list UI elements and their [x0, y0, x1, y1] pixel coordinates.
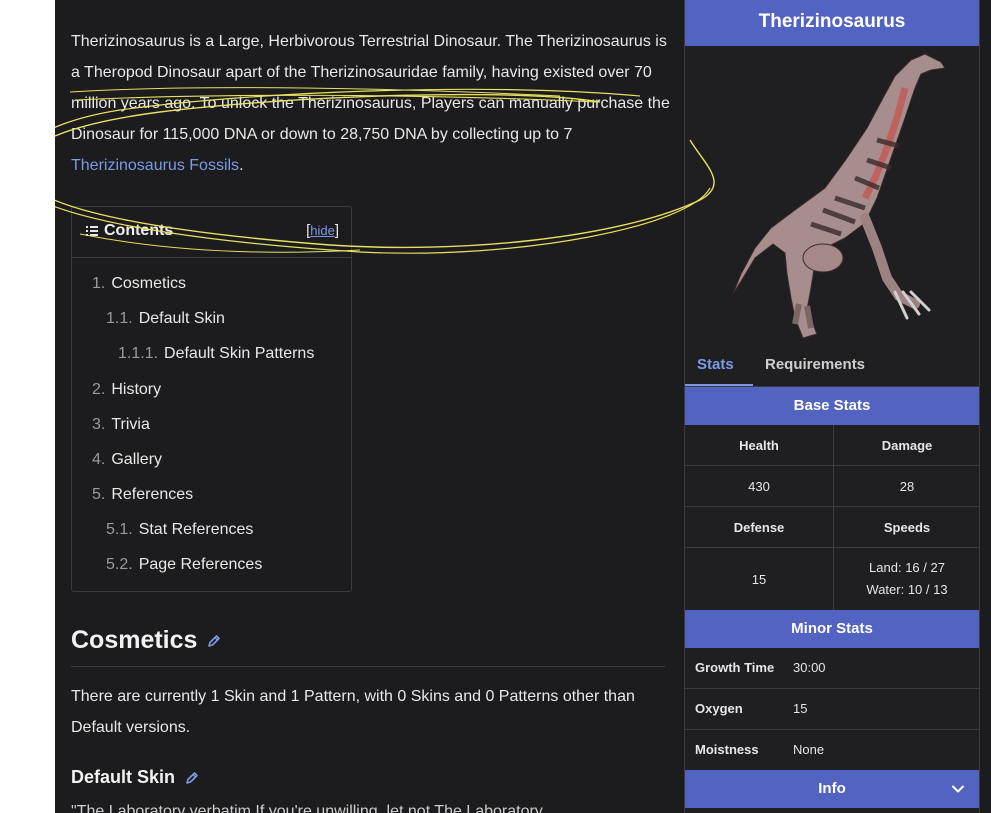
toc-item-number: 1. [92, 275, 106, 292]
toc-item-number: 2. [92, 381, 106, 398]
toc-item-label: Trivia [111, 416, 150, 433]
info-collapsible[interactable]: Info [685, 770, 979, 808]
defense-value: 15 [685, 548, 834, 610]
toc-item-label: References [111, 486, 194, 503]
toc-item-number: 5.2. [106, 556, 133, 573]
toc-title: Contents [86, 222, 173, 240]
cosmetics-paragraph: There are currently 1 Skin and 1 Pattern… [71, 688, 635, 736]
toc-hide-close: ] [334, 222, 339, 239]
article-page: Therizinosaurus is a Large, Herbivorous … [55, 0, 991, 813]
stats-label-row: Health Damage [685, 425, 979, 466]
toc-item-label: Cosmetics [111, 275, 187, 292]
stats-label-row-2: Defense Speeds [685, 507, 979, 548]
speeds-label: Speeds [883, 519, 931, 535]
minor-stat-key: Growth Time [695, 660, 775, 675]
infobox-title: Therizinosaurus [685, 0, 979, 46]
fossils-link[interactable]: Therizinosaurus Fossils [71, 157, 239, 174]
speed-land: Land: 16 / 27 [869, 560, 945, 575]
infobox: Therizinosaurus Stats Requirements Base … [684, 0, 980, 813]
minor-stat-value: None [793, 742, 825, 757]
minor-stat-key: Oxygen [695, 701, 743, 716]
stats-value-row: 430 28 [685, 466, 979, 507]
therizinosaurus-image [732, 53, 946, 339]
toc-hide-toggle: [hide] [306, 222, 339, 239]
toc-item-number: 1.1.1. [118, 345, 159, 362]
toc-item-label: History [111, 381, 162, 398]
chevron-down-icon [952, 785, 964, 793]
minor-stat-key: Moistness [695, 742, 759, 757]
minor-stat-row: Growth Time 30:00 [685, 648, 979, 689]
toc-item-label: Default Skin Patterns [164, 345, 315, 362]
heading-divider [71, 666, 665, 667]
toc-item-label: Page References [138, 556, 263, 573]
toc-item-number: 3. [92, 416, 106, 433]
defense-label: Defense [685, 507, 834, 547]
cosmetics-heading-label: Cosmetics [71, 626, 198, 654]
damage-label: Damage [881, 437, 933, 453]
toc-item-number: 4. [92, 451, 106, 468]
minor-stat-value: 30:00 [793, 660, 826, 675]
cosmetics-heading: Cosmetics [71, 626, 221, 655]
toc-item-references[interactable]: 5. References [92, 486, 193, 504]
toc-item-stat-references[interactable]: 5.1. Stat References [106, 521, 253, 539]
toc-item-label: Default Skin [138, 310, 225, 327]
health-label: Health [685, 425, 834, 465]
toc-item-default-skin-patterns[interactable]: 1.1.1. Default Skin Patterns [118, 345, 314, 363]
toc-item-history[interactable]: 2. History [92, 381, 161, 399]
stats-value-row-2: 15 Land: 16 / 27 Water: 10 / 13 [685, 548, 979, 610]
toc-item-label: Stat References [138, 521, 254, 538]
speeds-value: Land: 16 / 27 Water: 10 / 13 [834, 548, 980, 610]
toc-hide-link[interactable]: hide [310, 223, 335, 238]
toc-item-number: 1.1. [106, 310, 133, 327]
infobox-tabs: Stats Requirements [685, 348, 979, 387]
active-tab-indicator [685, 384, 753, 386]
damage-value: 28 [899, 478, 915, 494]
toc-item-trivia[interactable]: 3. Trivia [92, 416, 150, 434]
toc-item-page-references[interactable]: 5.2. Page References [106, 556, 262, 574]
default-skin-heading-label: Default Skin [71, 767, 176, 787]
tab-requirements[interactable]: Requirements [765, 356, 865, 373]
speed-water: Water: 10 / 13 [866, 582, 948, 597]
toc-item-gallery[interactable]: 4. Gallery [92, 451, 162, 469]
tab-stats[interactable]: Stats [697, 356, 734, 373]
toc-item-default-skin[interactable]: 1.1. Default Skin [106, 310, 225, 328]
toc-item-cosmetics[interactable]: 1. Cosmetics [92, 275, 186, 293]
minor-stat-value: 15 [793, 701, 808, 716]
edit-pencil-icon[interactable] [185, 771, 199, 785]
intro-end: . [239, 157, 244, 174]
list-icon [86, 226, 98, 236]
toc-item-label: Gallery [111, 451, 163, 468]
toc-title-label: Contents [104, 222, 174, 239]
default-skin-heading: Default Skin [71, 767, 199, 788]
table-of-contents: Contents [hide] 1. Cosmetics 1.1. Default … [71, 206, 352, 592]
info-label: Info [818, 780, 846, 797]
intro-text: Therizinosaurus is a Large, Herbivorous … [71, 33, 670, 143]
intro-paragraph: Therizinosaurus is a Large, Herbivorous … [71, 26, 671, 181]
health-value: 430 [685, 466, 834, 506]
toc-item-number: 5. [92, 486, 106, 503]
base-stats-heading: Base Stats [685, 387, 979, 425]
toc-header: Contents [hide] [72, 207, 351, 258]
edit-pencil-icon[interactable] [207, 634, 221, 648]
minor-stats-heading: Minor Stats [685, 610, 979, 648]
cut-off-quote: "The Laboratory verbatim If you're unwil… [71, 803, 555, 813]
minor-stat-row: Oxygen 15 [685, 689, 979, 730]
toc-item-number: 5.1. [106, 521, 133, 538]
minor-stat-row: Moistness None [685, 730, 979, 770]
